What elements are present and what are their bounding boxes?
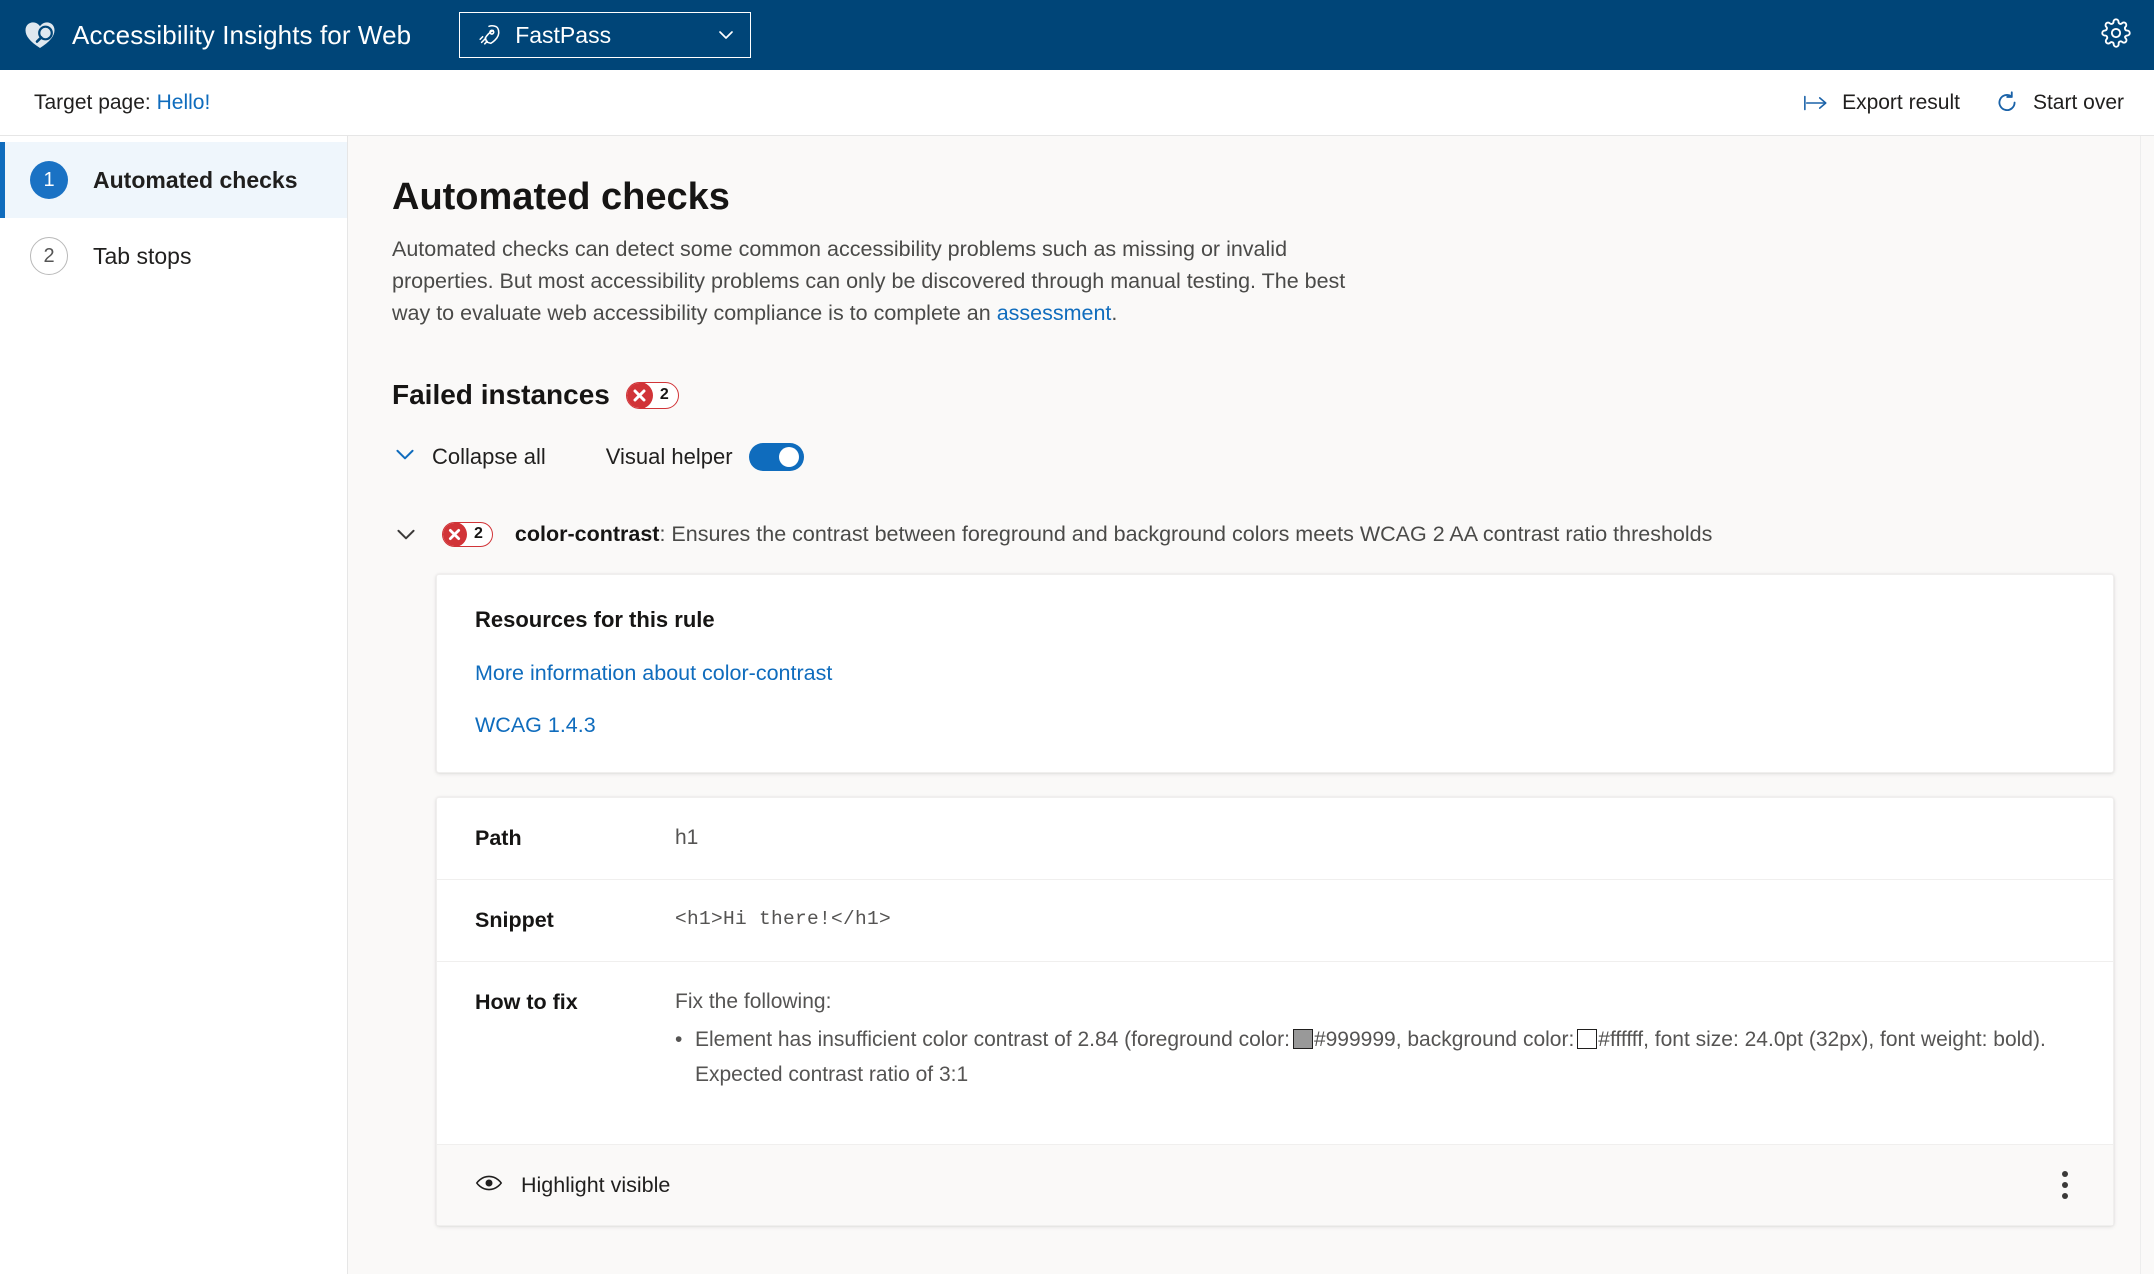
page-title: Automated checks [392,176,730,218]
step-number-badge: 1 [30,161,68,199]
assessment-link[interactable]: assessment [997,301,1112,325]
refresh-circle-icon [1994,90,2020,116]
foreground-color-swatch [1292,1029,1313,1049]
wcag-link[interactable]: WCAG 1.4.3 [475,713,2075,738]
highlight-visible-label: Highlight visible [521,1172,671,1197]
more-vertical-icon[interactable] [2047,1167,2083,1203]
sidebar-item-label: Automated checks [93,166,298,193]
gear-icon [2101,17,2131,53]
detail-row-how-to-fix: How to fix Fix the following: Element ha… [437,962,2113,1145]
settings-gear-button[interactable] [2096,15,2136,55]
main-content-pane: Automated checks Automated checks can de… [348,136,2154,1274]
mode-selector-value: FastPass [515,21,612,48]
rule-name: color-contrast [514,521,660,546]
fix-text-foreground: #999999, background color: [1313,1028,1575,1051]
rule-separator: : [659,521,672,546]
fix-list-item: Element has insufficient color contrast … [675,1022,2075,1092]
target-page-link[interactable]: Hello! [157,91,211,114]
failed-instances-title: Failed instances [392,379,610,410]
resources-card-title: Resources for this rule [475,607,715,632]
detail-value-snippet: <h1>Hi there!</h1> [675,908,892,930]
collapse-all-label: Collapse all [432,443,546,469]
rule-description-text: Ensures the contrast between foreground … [671,521,1713,546]
target-bar-actions: Export result Start over [1803,90,2124,116]
page-description-text-2: . [1111,301,1118,325]
eye-icon [475,1173,503,1198]
visual-helper-toggle[interactable] [748,442,804,471]
error-x-icon [442,522,467,546]
left-navigation: 1 Automated checks 2 Tab stops [0,136,348,1274]
export-arrow-icon [1803,90,1829,116]
sidebar-item-tab-stops[interactable]: 2 Tab stops [0,218,347,294]
toggle-knob [778,446,799,467]
instance-details-card: Path h1 Snippet <h1>Hi there!</h1> How t… [436,797,2114,1226]
chevron-down-icon [392,441,418,472]
fix-intro-text: Fix the following: [675,990,832,1013]
target-page-label: Target page: [34,90,151,114]
app-title: Accessibility Insights for Web [72,19,412,50]
step-number-badge: 2 [30,237,68,275]
start-over-button[interactable]: Start over [1994,90,2124,116]
heart-magnifier-logo-icon [22,17,58,53]
fix-text-part1: Element has insufficient color contrast … [695,1028,1290,1051]
failed-instances-header: Failed instances 2 [392,379,2110,411]
error-x-icon [626,382,653,408]
mode-selector-dropdown[interactable]: FastPass [459,12,752,58]
app-header: Accessibility Insights for Web FastPass [0,0,2154,70]
rule-header-row: 2 color-contrast: Ensures the contrast b… [392,520,2110,548]
rule-failure-count-badge: 2 [442,521,493,547]
detail-label-how-to-fix: How to fix [475,990,578,1014]
rocket-icon [476,23,501,48]
detail-row-path: Path h1 [437,798,2113,880]
highlight-visible-button[interactable]: Highlight visible [475,1173,670,1198]
failed-count-value: 2 [659,386,669,403]
detail-value-how-to-fix: Fix the following: Element has insuffici… [675,990,2075,1092]
visual-helper-label: Visual helper [605,443,733,469]
rule-description: color-contrast: Ensures the contrast bet… [515,522,1712,547]
page-description: Automated checks can detect some common … [392,233,1367,329]
collapse-all-button[interactable]: Collapse all [392,441,578,472]
sidebar-item-automated-checks[interactable]: 1 Automated checks [0,142,347,218]
target-page-bar: Target page: Hello! Export result Start … [0,70,2154,136]
page-description-text-1: Automated checks can detect some common … [392,237,1346,325]
target-page-text: Target page: Hello! [34,91,210,115]
export-result-label: Export result [1842,90,1960,114]
resources-card: Resources for this rule More information… [436,574,2114,773]
chevron-down-icon [716,25,736,45]
more-information-link[interactable]: More information about color-contrast [475,661,2075,686]
detail-label-path: Path [475,826,522,850]
background-color-swatch [1577,1029,1598,1049]
body-container: 1 Automated checks 2 Tab stops Automated… [0,136,2154,1274]
rule-expand-chevron-icon[interactable] [392,520,420,548]
visual-helper-control: Visual helper [605,442,804,471]
vertical-scrollbar[interactable] [2140,136,2154,1274]
results-controls-row: Collapse all Visual helper [392,441,2110,472]
instance-card-footer: Highlight visible [437,1145,2113,1225]
export-result-button[interactable]: Export result [1803,90,1960,116]
sidebar-item-label: Tab stops [93,242,192,269]
detail-row-snippet: Snippet <h1>Hi there!</h1> [437,880,2113,962]
detail-label-snippet: Snippet [475,908,554,932]
fix-list: Element has insufficient color contrast … [675,1022,2075,1092]
rule-failure-count-value: 2 [474,525,483,542]
detail-value-path: h1 [675,826,699,849]
start-over-label: Start over [2032,90,2124,114]
failed-instances-count-badge: 2 [625,381,679,409]
